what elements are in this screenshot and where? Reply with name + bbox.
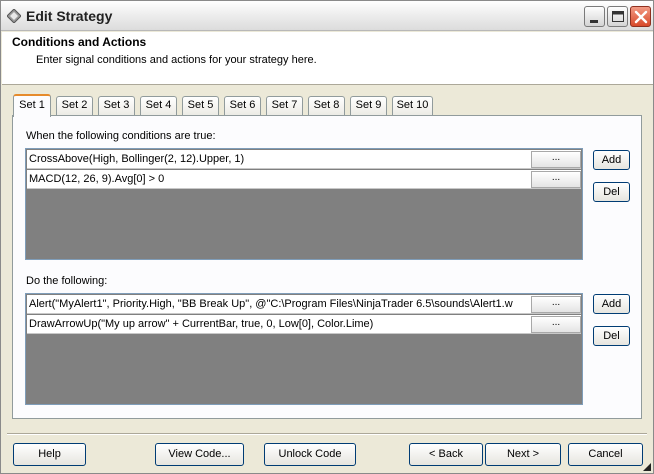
close-button[interactable] (630, 6, 651, 27)
title-bar[interactable]: Edit Strategy (1, 1, 653, 31)
condition-row[interactable]: CrossAbove(High, Bollinger(2, 12).Upper,… (27, 150, 581, 169)
minimize-icon (590, 20, 598, 23)
tab-set-5[interactable]: Set 5 (182, 96, 219, 115)
unlock-code-button[interactable]: Unlock Code (264, 443, 356, 466)
edit-action-button[interactable]: ... (531, 296, 581, 313)
header-title: Conditions and Actions (12, 35, 147, 49)
conditions-grid[interactable]: CrossAbove(High, Bollinger(2, 12).Upper,… (25, 148, 583, 260)
close-icon (634, 10, 648, 24)
window-title: Edit Strategy (26, 8, 113, 24)
header-subtitle: Enter signal conditions and actions for … (36, 54, 317, 66)
add-condition-button[interactable]: Add (593, 150, 630, 170)
tab-set-8[interactable]: Set 8 (308, 96, 345, 115)
action-row[interactable]: DrawArrowUp("My up arrow" + CurrentBar, … (27, 315, 581, 334)
action-text[interactable]: DrawArrowUp("My up arrow" + CurrentBar, … (29, 318, 529, 330)
action-row[interactable]: Alert("MyAlert1", Priority.High, "BB Bre… (27, 295, 581, 314)
delete-action-button[interactable]: Del (593, 326, 630, 346)
tab-panel-set-1: When the following conditions are true: … (12, 115, 642, 419)
add-action-button[interactable]: Add (593, 294, 630, 314)
help-button[interactable]: Help (13, 443, 86, 466)
tab-set-1[interactable]: Set 1 (13, 94, 51, 117)
conditions-label: When the following conditions are true: (26, 130, 216, 142)
back-button[interactable]: < Back (409, 443, 483, 466)
tab-set-3[interactable]: Set 3 (98, 96, 135, 115)
edit-action-button[interactable]: ... (531, 316, 581, 333)
tab-set-2[interactable]: Set 2 (56, 96, 93, 115)
tab-set-9[interactable]: Set 9 (350, 96, 387, 115)
actions-label: Do the following: (26, 275, 108, 287)
next-button[interactable]: Next > (485, 443, 561, 466)
actions-grid[interactable]: Alert("MyAlert1", Priority.High, "BB Bre… (25, 293, 583, 405)
maximize-icon (612, 11, 624, 22)
tab-set-7[interactable]: Set 7 (266, 96, 303, 115)
view-code-button[interactable]: View Code... (155, 443, 244, 466)
dialog-header: Conditions and Actions Enter signal cond… (2, 32, 653, 85)
condition-text[interactable]: MACD(12, 26, 9).Avg[0] > 0 (29, 173, 529, 185)
footer-divider (7, 433, 647, 435)
edit-condition-button[interactable]: ... (531, 151, 581, 168)
condition-row[interactable]: MACD(12, 26, 9).Avg[0] > 0 ... (27, 170, 581, 189)
edit-condition-button[interactable]: ... (531, 171, 581, 188)
action-text[interactable]: Alert("MyAlert1", Priority.High, "BB Bre… (29, 298, 529, 310)
diamond-app-icon (7, 9, 21, 23)
delete-condition-button[interactable]: Del (593, 182, 630, 202)
tab-set-4[interactable]: Set 4 (140, 96, 177, 115)
tab-set-6[interactable]: Set 6 (224, 96, 261, 115)
tab-set-10[interactable]: Set 10 (392, 96, 433, 115)
resize-grip-icon[interactable] (643, 463, 651, 471)
maximize-button[interactable] (607, 6, 628, 27)
condition-text[interactable]: CrossAbove(High, Bollinger(2, 12).Upper,… (29, 153, 529, 165)
edit-strategy-window: Edit Strategy Conditions and Actions Ent… (0, 0, 654, 474)
minimize-button[interactable] (584, 6, 605, 27)
cancel-button[interactable]: Cancel (568, 443, 643, 466)
